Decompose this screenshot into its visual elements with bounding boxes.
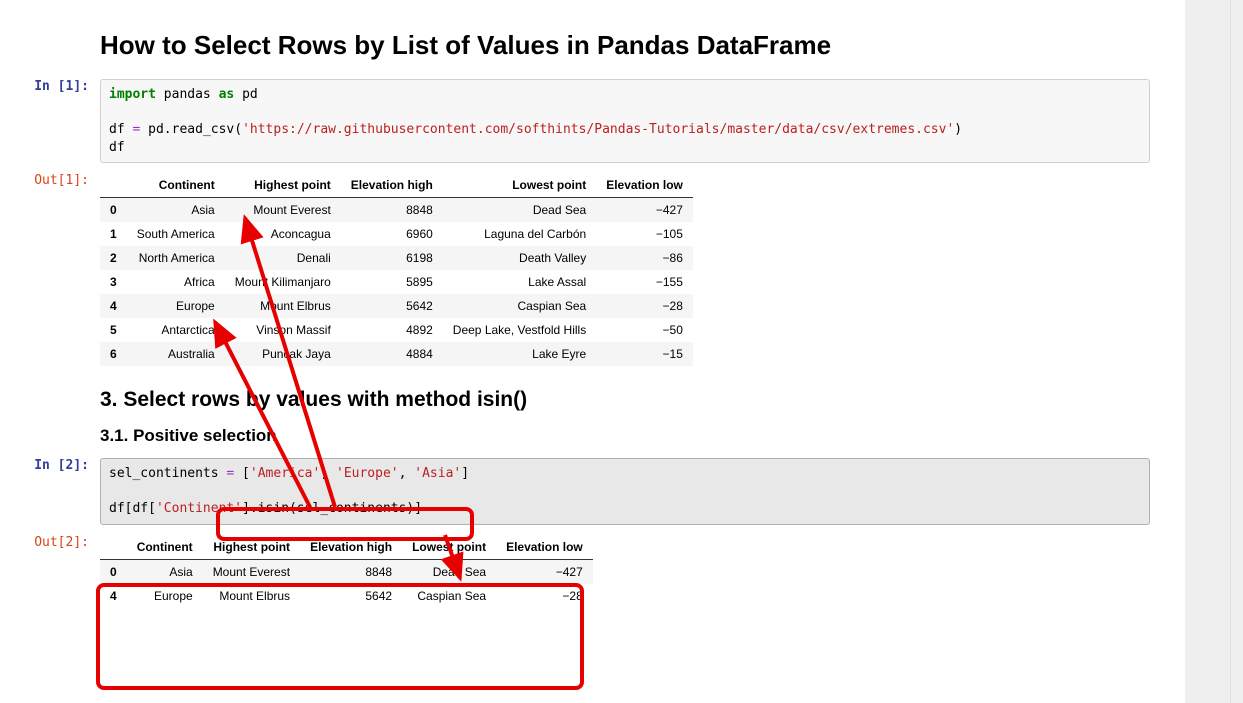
table-row: 4EuropeMount Elbrus5642Caspian Sea−28 — [100, 294, 693, 318]
table-header — [100, 173, 127, 198]
page-title: How to Select Rows by List of Values in … — [100, 30, 1150, 61]
code-cell-1[interactable]: import pandas as pd df = pd.read_csv('ht… — [100, 79, 1150, 163]
output-table-1: ContinentHighest pointElevation highLowe… — [100, 173, 693, 366]
table-header: Highest point — [225, 173, 341, 198]
table-row: 1South AmericaAconcagua6960Laguna del Ca… — [100, 222, 693, 246]
table-header: Highest point — [203, 535, 300, 560]
code-cell-2[interactable]: sel_continents = ['America', 'Europe', '… — [100, 458, 1150, 525]
keyword-import: import — [109, 87, 156, 102]
table-header: Continent — [127, 535, 203, 560]
table-row: 3AfricaMount Kilimanjaro5895Lake Assal−1… — [100, 270, 693, 294]
table-header: Elevation high — [300, 535, 402, 560]
table-row: 4EuropeMount Elbrus5642Caspian Sea−28 — [100, 584, 593, 608]
table-header: Elevation low — [496, 535, 593, 560]
table-row: 5AntarcticaVinson Massif4892Deep Lake, V… — [100, 318, 693, 342]
table-header: Elevation low — [596, 173, 693, 198]
keyword-as: as — [219, 87, 235, 102]
prompt-out-2: Out[2]: — [0, 535, 95, 550]
subsection-heading: 3.1. Positive selection — [100, 426, 1150, 446]
prompt-out-1: Out[1]: — [0, 173, 95, 188]
table-header — [100, 535, 127, 560]
url-string: 'https://raw.githubusercontent.com/softh… — [242, 122, 954, 137]
table-row: 0AsiaMount Everest8848Dead Sea−427 — [100, 559, 593, 584]
table-header: Continent — [127, 173, 225, 198]
table-header: Lowest point — [402, 535, 496, 560]
section-heading: 3. Select rows by values with method isi… — [100, 388, 1150, 412]
output-table-2: ContinentHighest pointElevation highLowe… — [100, 535, 593, 608]
table-header: Elevation high — [341, 173, 443, 198]
table-row: 0AsiaMount Everest8848Dead Sea−427 — [100, 198, 693, 223]
table-row: 6AustraliaPuncak Jaya4884Lake Eyre−15 — [100, 342, 693, 366]
table-header: Lowest point — [443, 173, 596, 198]
vertical-scrollbar[interactable] — [1230, 0, 1243, 703]
prompt-in-2: In [2]: — [0, 458, 95, 473]
prompt-in-1: In [1]: — [0, 79, 95, 94]
table-row: 2North AmericaDenali6198Death Valley−86 — [100, 246, 693, 270]
